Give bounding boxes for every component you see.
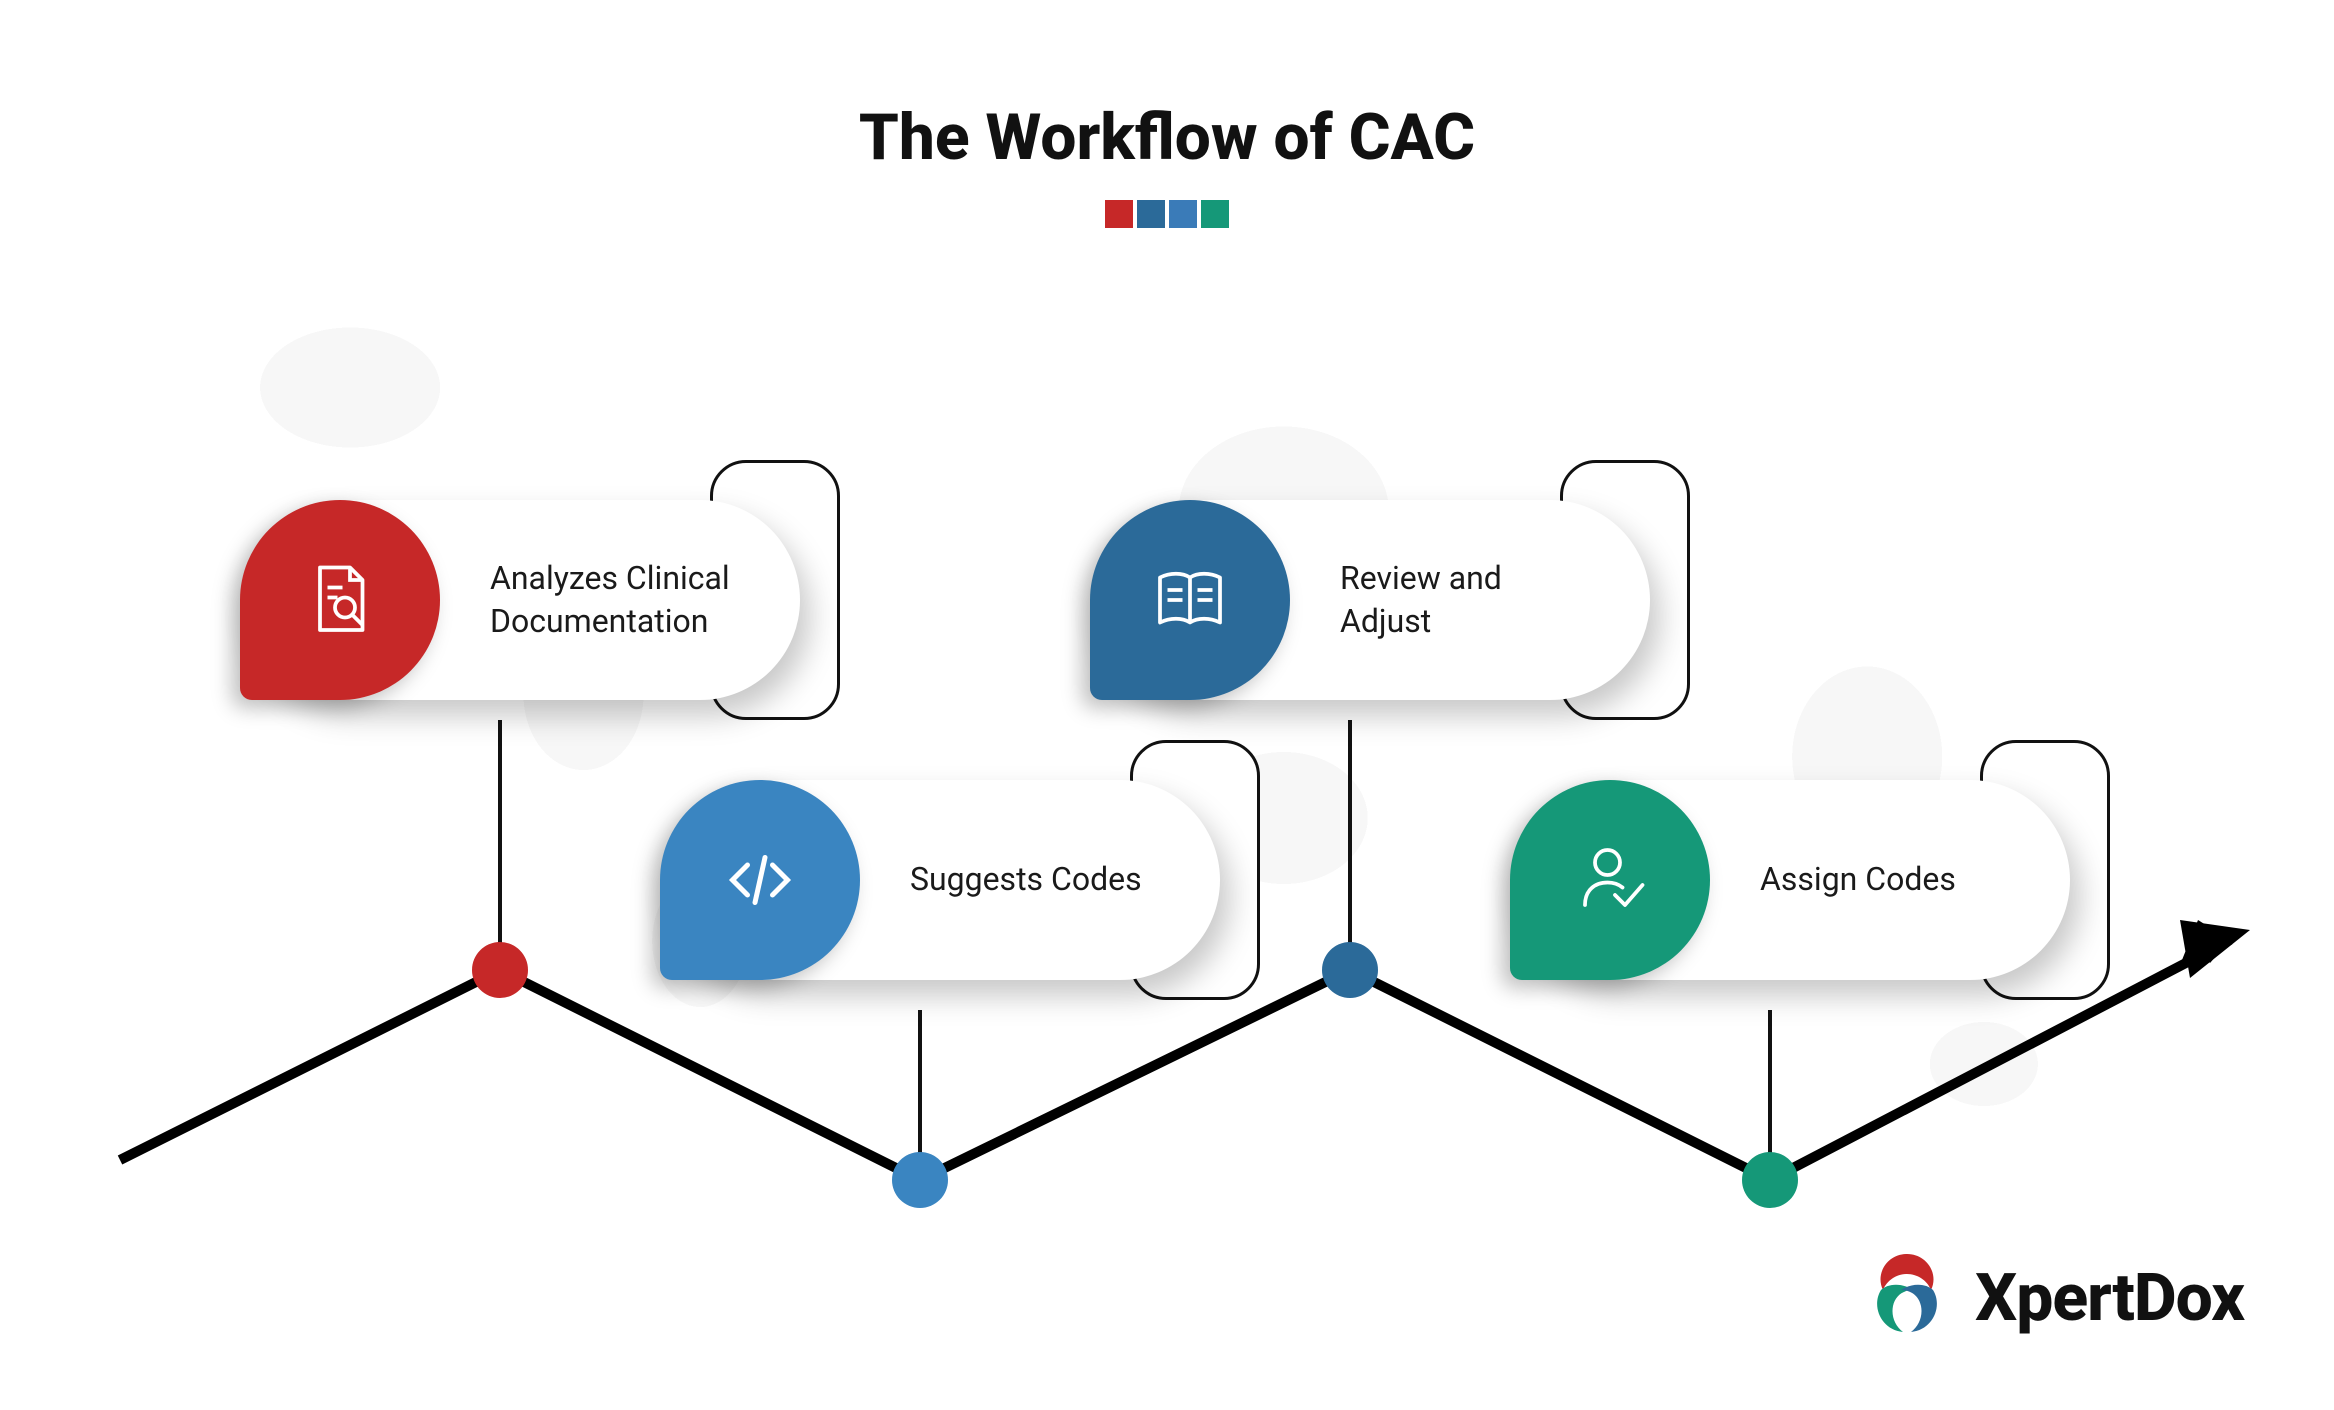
- book-icon: [1150, 560, 1230, 640]
- connector-3: [1348, 720, 1352, 975]
- step-label: Analyzes ClinicalDocumentation: [440, 557, 800, 643]
- step-card: Assign Codes: [1510, 780, 2070, 980]
- brand-logo: XpertDox: [1857, 1246, 2244, 1350]
- step-3: Review andAdjust: [1090, 500, 1650, 700]
- step-label: Suggests Codes: [860, 858, 1220, 901]
- user-check-icon: [1570, 840, 1650, 920]
- color-legend: [1105, 200, 1229, 228]
- step-4: Assign Codes: [1510, 780, 2070, 980]
- step-label: Assign Codes: [1710, 858, 2070, 901]
- connector-1: [498, 720, 502, 975]
- node-3: [1322, 942, 1378, 998]
- diagram-title: The Workflow of CAC: [0, 100, 2334, 175]
- step-icon-bubble: [1090, 500, 1290, 700]
- logo-text: XpertDox: [1975, 1260, 2244, 1337]
- step-2: Suggests Codes: [660, 780, 1220, 980]
- step-card: Analyzes ClinicalDocumentation: [240, 500, 800, 700]
- step-card: Review andAdjust: [1090, 500, 1650, 700]
- node-2: [892, 1152, 948, 1208]
- step-card: Suggests Codes: [660, 780, 1220, 980]
- legend-red: [1105, 200, 1133, 228]
- legend-blue: [1169, 200, 1197, 228]
- node-1: [472, 942, 528, 998]
- step-1: Analyzes ClinicalDocumentation: [240, 500, 800, 700]
- legend-darkblue: [1137, 200, 1165, 228]
- code-icon: [720, 840, 800, 920]
- step-icon-bubble: [660, 780, 860, 980]
- step-icon-bubble: [240, 500, 440, 700]
- node-4: [1742, 1152, 1798, 1208]
- document-search-icon: [300, 560, 380, 640]
- step-icon-bubble: [1510, 780, 1710, 980]
- logo-mark-icon: [1857, 1246, 1957, 1350]
- legend-teal: [1201, 200, 1229, 228]
- step-label: Review andAdjust: [1290, 557, 1650, 643]
